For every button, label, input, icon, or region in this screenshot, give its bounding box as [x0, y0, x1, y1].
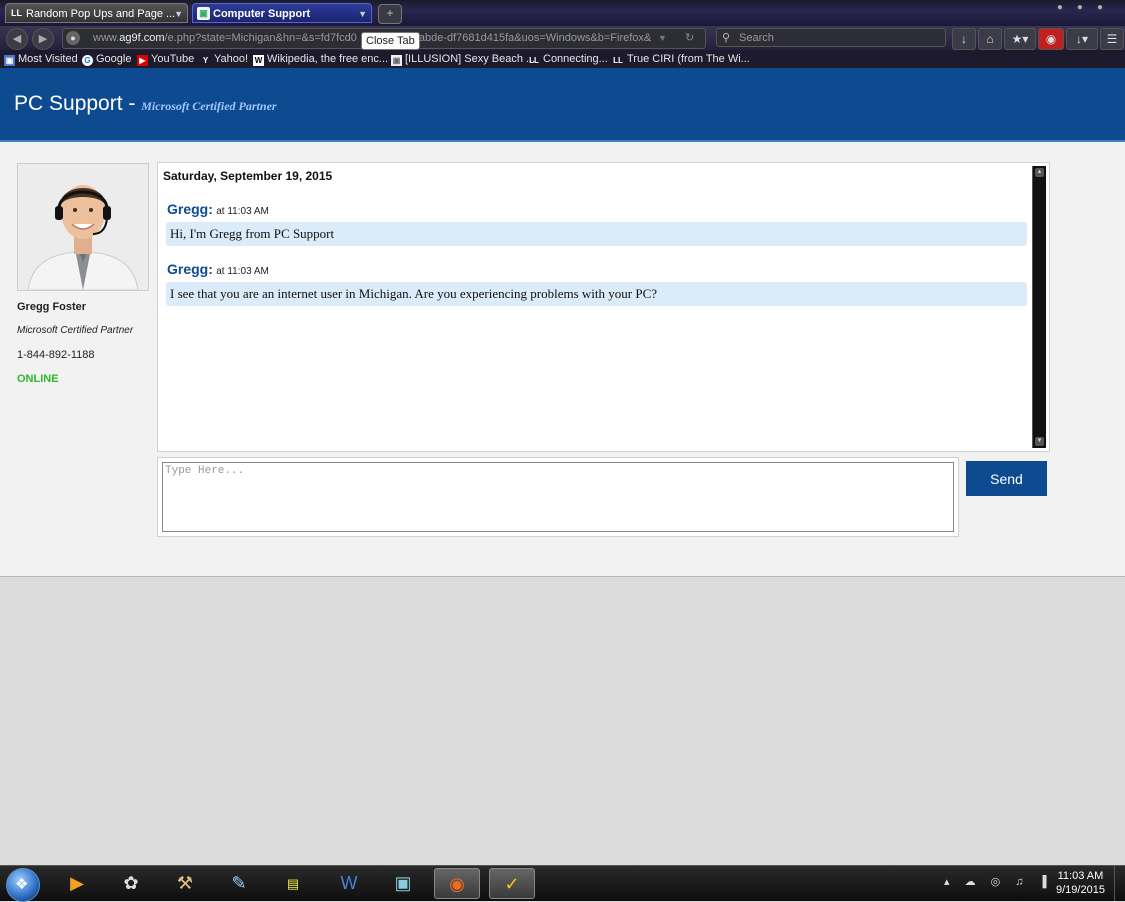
browser-titlebar: LL Random Pop Ups and Page ... ▼ ▣ Compu… — [0, 0, 1125, 26]
notepad-icon[interactable]: ▤ — [270, 868, 316, 899]
chat-date: Saturday, September 19, 2015 — [163, 169, 333, 183]
chat-scrollbar[interactable]: ▲ ▼ — [1032, 166, 1046, 448]
tab-dropdown-icon[interactable]: ▼ — [174, 4, 183, 22]
word-icon[interactable]: W — [326, 868, 372, 899]
message-bubble: I see that you are an internet user in M… — [166, 282, 1027, 306]
folder-icon: ▣ — [4, 55, 15, 66]
close-tab-tooltip: Close Tab — [361, 32, 420, 50]
film-reel-icon[interactable]: ✿ — [108, 868, 154, 899]
tab-favicon-icon: ▣ — [197, 7, 210, 20]
google-icon: G — [82, 55, 93, 66]
notebook-icon[interactable]: ▣ — [380, 868, 426, 899]
bookmark-most-visited[interactable]: ▣ Most Visited — [4, 50, 78, 68]
youtube-icon: ▶ — [137, 55, 148, 66]
media-player-icon[interactable]: ▶ — [54, 868, 100, 899]
scroll-down-icon[interactable]: ▼ — [1035, 437, 1044, 446]
page-icon: ▣ — [391, 55, 402, 66]
reload-icon[interactable]: ↻ — [685, 29, 694, 48]
tools-icon[interactable]: ⚒ — [162, 868, 208, 899]
search-bar[interactable]: ⚲ Search — [716, 28, 946, 47]
message-time: at 11:03 AM — [216, 206, 269, 217]
tab-computer-support[interactable]: ▣ Computer Support ▼ — [192, 3, 372, 23]
menu-icon[interactable]: ☰ — [1100, 28, 1124, 50]
system-tray[interactable]: ▴ ☁ ◎ ♫ ▐ — [944, 875, 1052, 888]
bookmark-true-ciri[interactable]: LL True CIRI (from The Wi... — [612, 50, 750, 68]
web-page: PC Support - Microsoft Certified Partner — [0, 68, 1125, 865]
agent-name: Gregg Foster — [17, 301, 87, 313]
system-clock[interactable]: 11:03 AM 9/19/2015 — [1056, 869, 1105, 897]
clock-time: 11:03 AM — [1057, 870, 1104, 882]
chat-area: Gregg Foster Microsoft Certified Partner… — [0, 142, 1125, 577]
show-desktop-button[interactable] — [1114, 866, 1125, 901]
url-dropdown-icon[interactable]: ▼ — [658, 29, 667, 48]
agent-avatar-image — [18, 164, 148, 290]
window-controls[interactable]: ●●● — [1057, 2, 1117, 13]
site-header: PC Support - Microsoft Certified Partner — [0, 68, 1125, 142]
bookmark-illusion[interactable]: ▣ [ILLUSION] Sexy Beach ... — [391, 50, 535, 68]
ll-icon: LL — [529, 56, 539, 65]
yahoo-icon: Y — [202, 56, 209, 65]
clock-date: 9/19/2015 — [1056, 884, 1105, 896]
site-brand: PC Support - Microsoft Certified Partner — [14, 92, 277, 115]
firefox-icon[interactable]: ◉ — [434, 868, 480, 899]
agent-status-badge: ONLINE — [17, 373, 59, 385]
windows-taskbar: ❖ ▶ ✿ ⚒ ✎ ▤ W ▣ ◉ ✓ ▴ ☁ ◎ ♫ ▐ 11:03 AM 9… — [0, 865, 1125, 902]
tab-title: Random Pop Ups and Page ... — [26, 8, 176, 20]
navigation-toolbar: ◀ ▶ ● www.ag9f.com/e.php?state=Michigan&… — [0, 26, 1125, 50]
ll-icon: LL — [613, 56, 623, 65]
paint-icon[interactable]: ✎ — [216, 868, 262, 899]
norton-icon[interactable]: ✓ — [489, 868, 535, 899]
tab-random-pop-ups[interactable]: LL Random Pop Ups and Page ... ▼ — [5, 3, 188, 23]
windows-logo-icon: ❖ — [15, 876, 29, 893]
bookmark-youtube[interactable]: ▶ YouTube — [137, 50, 194, 68]
bookmark-wikipedia[interactable]: W Wikipedia, the free enc... — [253, 50, 388, 68]
search-placeholder: Search — [739, 32, 774, 44]
bookmark-star-icon[interactable]: ★▾ — [1004, 28, 1036, 50]
start-button[interactable]: ❖ — [6, 868, 40, 902]
tab-title: Computer Support — [213, 8, 311, 20]
chat-transcript: Saturday, September 19, 2015 Gregg: at 1… — [157, 162, 1050, 452]
wikipedia-icon: W — [253, 55, 264, 66]
agent-phone: 1-844-892-1188 — [17, 349, 95, 361]
downloads-arrow-icon[interactable]: ↓ — [952, 28, 976, 50]
addon-icon[interactable]: ◉ — [1038, 28, 1064, 50]
message-bubble: Hi, I'm Gregg from PC Support — [166, 222, 1027, 246]
bookmark-connecting[interactable]: LL Connecting... — [528, 50, 608, 68]
tab-dropdown-icon[interactable]: ▼ — [358, 4, 367, 22]
brand-subtitle: Microsoft Certified Partner — [141, 99, 277, 113]
scroll-up-icon[interactable]: ▲ — [1035, 168, 1044, 177]
send-button[interactable]: Send — [966, 461, 1047, 496]
home-icon[interactable]: ⌂ — [978, 28, 1002, 50]
message-time: at 11:03 AM — [216, 266, 269, 277]
download-menu-icon[interactable]: ↓▾ — [1066, 28, 1098, 50]
bookmarks-toolbar: ▣ Most Visited G Google ▶ YouTube Y Yahoo! W… — [0, 50, 1125, 68]
message-sender: Gregg: — [167, 261, 213, 277]
globe-icon: ● — [66, 31, 80, 45]
message-header: Gregg: at 11:03 AM — [167, 201, 269, 217]
forward-icon[interactable]: ▶ — [32, 28, 54, 50]
message-input[interactable] — [162, 462, 954, 532]
back-icon[interactable]: ◀ — [6, 28, 28, 50]
message-input-container — [157, 457, 959, 537]
message-sender: Gregg: — [167, 201, 213, 217]
new-tab-button[interactable]: + — [378, 4, 402, 24]
agent-title: Microsoft Certified Partner — [17, 325, 134, 336]
bookmark-google[interactable]: G Google — [82, 50, 131, 68]
bookmark-yahoo[interactable]: Y Yahoo! — [200, 50, 248, 68]
search-icon: ⚲ — [722, 32, 731, 44]
message-header: Gregg: at 11:03 AM — [167, 261, 269, 277]
tab-favicon-icon: LL — [11, 8, 22, 18]
agent-photo — [17, 163, 149, 291]
